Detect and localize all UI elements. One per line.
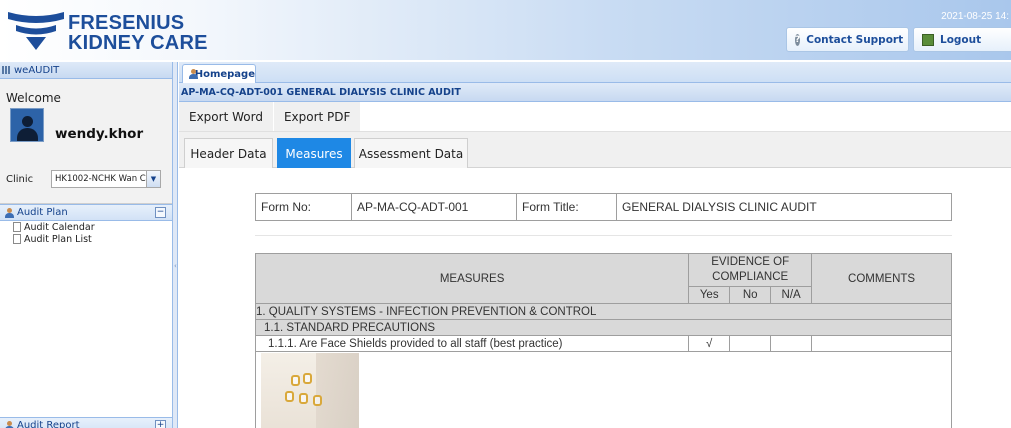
subsection-row: 1.1. STANDARD PRECAUTIONS [255, 319, 952, 336]
tab-homepage-label: Homepage [194, 68, 255, 80]
form-no-label: Form No: [255, 193, 352, 221]
clinic-select-value: HK1002-NCHK Wan C [55, 174, 146, 184]
brand-line-1: FRESENIUS [68, 12, 185, 34]
face-shield-image [303, 373, 312, 384]
user-icon [4, 420, 14, 428]
form-tabbar: Header Data Measures Assessment Data [179, 132, 1011, 168]
user-icon [4, 207, 14, 218]
tab-assessment-data[interactable]: Assessment Data [354, 138, 468, 168]
export-word-button[interactable]: Export Word [179, 102, 274, 131]
clinic-label: Clinic [6, 174, 34, 185]
audit-report-section-header[interactable]: Audit Report + [0, 417, 172, 428]
export-pdf-button[interactable]: Export PDF [273, 102, 362, 131]
form-no-value: AP-MA-CQ-ADT-001 [351, 193, 517, 221]
col-na: N/A [770, 286, 813, 304]
logout-label: Logout [940, 33, 982, 46]
user-head-icon [22, 116, 33, 127]
section-row: 1. QUALITY SYSTEMS - INFECTION PREVENTIO… [255, 303, 952, 320]
tree-item-label: Audit Calendar [24, 221, 95, 233]
avatar [10, 108, 44, 142]
tab-homepage[interactable]: Homepage [182, 64, 256, 83]
col-yes: Yes [688, 286, 731, 304]
chevron-down-icon[interactable]: ▼ [146, 171, 160, 187]
contact-support-button[interactable]: ? Contact Support [786, 27, 909, 52]
export-toolbar: Export Word Export PDF [179, 102, 1011, 132]
welcome-box: Welcome wendy.khor Clinic HK1002-NCHK Wa… [0, 79, 172, 204]
evidence-photo[interactable] [261, 353, 359, 428]
yes-checkbox[interactable]: √ [688, 335, 731, 352]
clinic-select[interactable]: HK1002-NCHK Wan C ▼ [51, 170, 161, 188]
tree-item-label: Audit Plan List [24, 233, 92, 245]
no-checkbox[interactable] [729, 335, 772, 352]
form-title-label: Form Title: [516, 193, 617, 221]
form-title-value: GENERAL DIALYSIS CLINIC AUDIT [616, 193, 952, 221]
expand-icon[interactable]: + [155, 420, 166, 428]
tab-strip: Homepage [179, 62, 1011, 83]
username: wendy.khor [55, 126, 144, 142]
col-measures: MEASURES [254, 253, 690, 304]
tree-item-audit-calendar[interactable]: Audit Calendar [0, 221, 172, 233]
panel-header: weAUDIT [0, 62, 172, 79]
question-text: 1.1.1. Are Face Shields provided to all … [254, 335, 690, 352]
face-shield-image [291, 375, 300, 386]
audit-report-label: Audit Report [17, 420, 80, 428]
main-area: Homepage AP-MA-CQ-ADT-001 GENERAL DIALYS… [179, 62, 1011, 428]
brand-line-2: KIDNEY CARE [68, 32, 208, 54]
welcome-label: Welcome [6, 91, 61, 105]
collapse-icon[interactable]: − [155, 207, 166, 218]
tab-header-data[interactable]: Header Data [184, 138, 273, 168]
panel-splitter[interactable]: ‹ [173, 62, 178, 428]
col-evidence-label: EVIDENCE OF COMPLIANCE [711, 256, 790, 283]
logout-button[interactable]: Logout [913, 27, 1011, 52]
page-title: AP-MA-CQ-ADT-001 GENERAL DIALYSIS CLINIC… [179, 83, 1011, 102]
measures-table: MEASURES EVIDENCE OF COMPLIANCE COMMENTS… [254, 253, 952, 428]
current-datetime: 2021-08-25 14: [941, 11, 1009, 22]
brand-name: FRESENIUS KIDNEY CARE [68, 13, 208, 53]
evidence-photo-cell [255, 351, 952, 428]
support-icon: ? [795, 33, 801, 46]
form-info-table: Form No: AP-MA-CQ-ADT-001 Form Title: GE… [255, 193, 952, 221]
logout-icon [922, 33, 934, 46]
divider [255, 235, 952, 236]
fresenius-logo-icon [8, 12, 64, 50]
face-shield-image [313, 395, 322, 406]
face-shield-image [299, 393, 308, 404]
face-shield-image [285, 391, 294, 402]
app-header: FRESENIUS KIDNEY CARE 2021-08-25 14: ? C… [0, 0, 1011, 60]
tab-measures[interactable]: Measures [277, 138, 351, 168]
na-checkbox[interactable] [770, 335, 813, 352]
document-icon [13, 234, 21, 244]
user-icon [188, 69, 198, 79]
audit-plan-label: Audit Plan [17, 207, 68, 218]
collapse-arrow-icon[interactable]: ‹ [174, 262, 177, 272]
left-panel: weAUDIT Welcome wendy.khor Clinic HK1002… [0, 62, 173, 428]
col-no: No [729, 286, 772, 304]
document-icon [13, 222, 21, 232]
col-comments: COMMENTS [811, 253, 952, 304]
tree-item-audit-plan-list[interactable]: Audit Plan List [0, 233, 172, 245]
grid-icon [2, 66, 11, 74]
contact-support-label: Contact Support [806, 33, 904, 46]
table-row: 1.1.1. Are Face Shields provided to all … [254, 335, 952, 352]
user-body-icon [17, 128, 38, 141]
audit-plan-section-header[interactable]: Audit Plan − [0, 204, 172, 221]
comments-cell[interactable] [811, 335, 952, 352]
panel-title: weAUDIT [14, 64, 60, 76]
col-evidence: EVIDENCE OF COMPLIANCE [688, 253, 813, 287]
form-content: Form No: AP-MA-CQ-ADT-001 Form Title: GE… [179, 169, 1011, 428]
